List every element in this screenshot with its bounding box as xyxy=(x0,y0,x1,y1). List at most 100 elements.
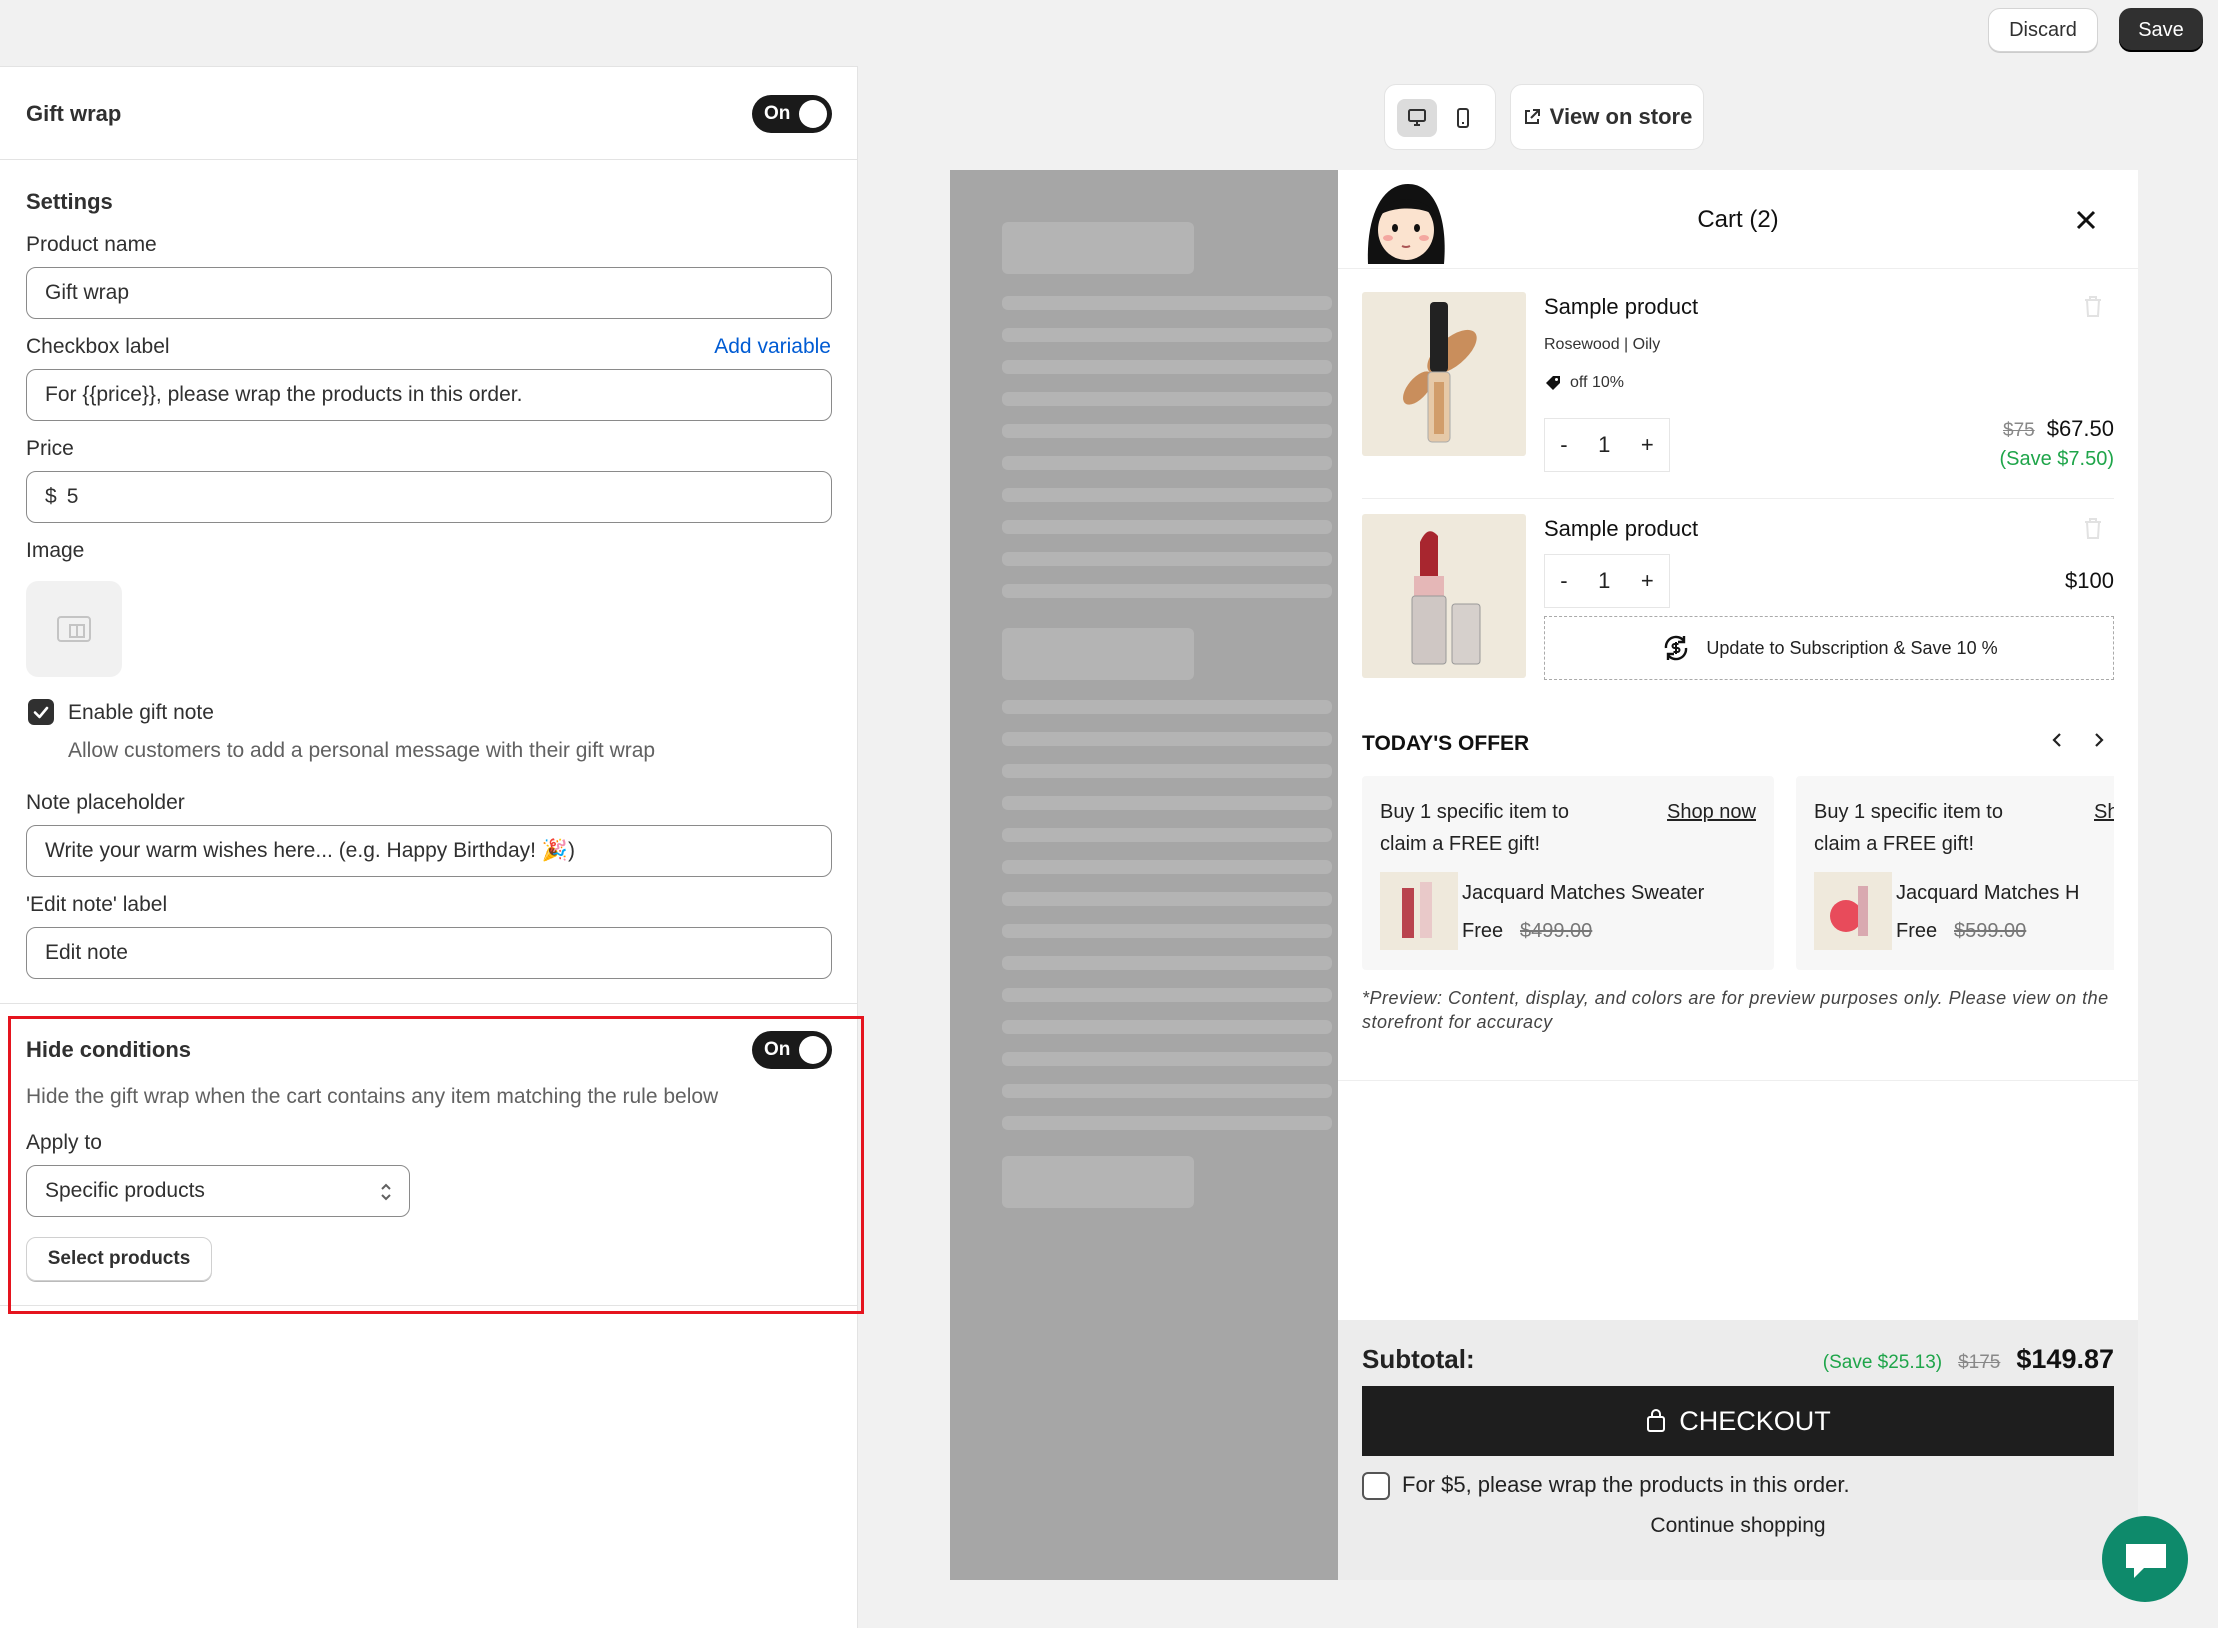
image-label: Image xyxy=(26,539,85,562)
skeleton-line xyxy=(1002,988,1332,1002)
continue-shopping-link[interactable]: Continue shopping xyxy=(1338,1514,2138,1538)
offer-product-name: Jacquard Matches Sweater xyxy=(1462,882,1705,904)
desktop-icon xyxy=(1408,109,1426,126)
qty-plus-button[interactable]: + xyxy=(1641,432,1654,458)
offer-compare-price: $499.00 xyxy=(1520,920,1593,942)
gift-wrap-toggle[interactable]: On xyxy=(752,95,832,133)
skeleton-line xyxy=(1002,552,1332,566)
skeleton-line xyxy=(1002,392,1332,406)
add-variable-link[interactable]: Add variable xyxy=(714,335,831,359)
trash-icon xyxy=(2085,518,2101,539)
gift-wrap-toggle-label: On xyxy=(764,103,791,124)
enable-gift-note-help: Allow customers to add a personal messag… xyxy=(68,739,656,762)
skeleton-line xyxy=(1002,1020,1332,1034)
offer-product-name: Jacquard Matches H xyxy=(1896,882,2080,904)
qty-minus-button[interactable]: - xyxy=(1560,432,1567,458)
subtotal-value: $149.87 xyxy=(2016,1344,2114,1374)
offer-heading: TODAY'S OFFER xyxy=(1362,732,1530,755)
save-button[interactable]: Save xyxy=(2119,8,2203,52)
chevron-right-icon xyxy=(2095,733,2104,747)
tag-icon xyxy=(1546,376,1560,390)
offer-card: Buy 1 specific item to claim a FREE gift… xyxy=(1362,776,1774,970)
check-icon xyxy=(33,706,49,719)
subscription-upgrade-button[interactable]: Update to Subscription & Save 10 % xyxy=(1544,616,2114,680)
skeleton-line xyxy=(1002,584,1332,598)
skeleton-line xyxy=(1002,1084,1332,1098)
skeleton-line xyxy=(1002,296,1332,310)
skeleton-line xyxy=(1002,360,1332,374)
item-1-name: Sample product xyxy=(1544,294,1699,319)
cart-footer: Subtotal: (Save $25.13) $175 $149.87 CHE… xyxy=(1338,1320,2138,1580)
subtotal-save: (Save $25.13) xyxy=(1822,1352,1943,1373)
skeleton-line xyxy=(1002,924,1332,938)
skeleton-line xyxy=(1002,328,1332,342)
item-2-quantity-stepper[interactable]: - 1 + xyxy=(1544,554,1670,608)
skeleton-line xyxy=(1002,732,1332,746)
close-cart-button[interactable] xyxy=(2074,208,2098,237)
checkout-button[interactable]: CHECKOUT xyxy=(1362,1386,2114,1456)
gift-wrap-title: Gift wrap xyxy=(26,101,122,126)
view-on-store-button[interactable]: View on store xyxy=(1510,84,1704,150)
checkbox-label-input[interactable]: For {{price}}, please wrap the products … xyxy=(26,369,832,421)
cart-title: Cart (2) xyxy=(1697,206,1779,233)
edit-note-label-input[interactable]: Edit note xyxy=(26,927,832,979)
enable-gift-note-checkbox[interactable] xyxy=(28,699,54,725)
product-name-label: Product name xyxy=(26,233,157,256)
gift-wrap-checkbox-label: For $5, please wrap the products in this… xyxy=(1402,1472,1850,1497)
product-name-input[interactable]: Gift wrap xyxy=(26,267,832,319)
offer-next-button[interactable] xyxy=(2088,730,2108,755)
chevron-left-icon xyxy=(2052,733,2061,747)
top-bar xyxy=(0,0,2218,66)
gift-wrap-checkbox[interactable] xyxy=(1362,1472,1390,1500)
skeleton-line xyxy=(1002,700,1332,714)
mobile-view-button[interactable] xyxy=(1443,99,1483,137)
gift-product-image-icon xyxy=(1830,886,1868,936)
item-1-quantity-stepper[interactable]: - 1 + xyxy=(1544,418,1670,472)
skeleton-line xyxy=(1002,956,1332,970)
offer-carousel: Buy 1 specific item to claim a FREE gift… xyxy=(1362,776,2114,972)
subtotal-row: (Save $25.13) $175 $149.87 xyxy=(1823,1344,2114,1375)
close-icon xyxy=(2076,210,2096,230)
skeleton-block xyxy=(1002,222,1194,274)
offer-shop-now-link[interactable]: Sh xyxy=(2094,796,2114,828)
lipstick-image-icon xyxy=(1411,531,1481,665)
offer-product-price: Free xyxy=(1462,920,1504,942)
skeleton-line xyxy=(1002,860,1332,874)
product-image-lipstick xyxy=(1362,514,1526,678)
divider xyxy=(0,1003,858,1004)
external-link-icon xyxy=(1524,109,1540,124)
preview-disclaimer: *Preview: Content, display, and colors a… xyxy=(1362,988,2109,1032)
highlight-box xyxy=(8,1016,864,1314)
item-1-variant: Rosewood | Oily xyxy=(1544,336,1661,353)
offer-shop-now-link[interactable]: Shop now xyxy=(1667,796,1756,828)
skeleton-line xyxy=(1002,764,1332,778)
checkout-label: CHECKOUT xyxy=(1679,1405,1831,1436)
qty-minus-button[interactable]: - xyxy=(1560,568,1567,594)
image-placeholder-icon xyxy=(57,616,91,642)
skeleton-line xyxy=(1002,1116,1332,1130)
skeleton-line xyxy=(1002,520,1332,534)
item-2-remove-button[interactable] xyxy=(2082,516,2104,545)
offer-product-image xyxy=(1380,872,1458,950)
image-upload[interactable] xyxy=(26,581,122,677)
discard-button[interactable]: Discard xyxy=(1988,8,2098,52)
subtotal-label: Subtotal: xyxy=(1362,1344,1475,1374)
chat-button[interactable] xyxy=(2102,1516,2188,1602)
bag-icon xyxy=(1647,1409,1666,1432)
checkbox-label-label: Checkbox label xyxy=(26,335,170,358)
skeleton-line xyxy=(1002,488,1332,502)
qty-value: 1 xyxy=(1598,568,1611,593)
offer-headline: Buy 1 specific item to claim a FREE gift… xyxy=(1814,801,2003,855)
item-1-remove-button[interactable] xyxy=(2082,294,2104,323)
gift-product-image-icon xyxy=(1402,882,1432,938)
subscription-icon xyxy=(1665,635,1688,661)
note-placeholder-input[interactable]: Write your warm wishes here... (e.g. Hap… xyxy=(26,825,832,877)
currency-prefix: $ xyxy=(45,485,57,508)
item-1-discount-text: off 10% xyxy=(1570,374,1624,391)
divider xyxy=(1362,498,2114,499)
qty-plus-button[interactable]: + xyxy=(1641,568,1654,594)
offer-prev-button[interactable] xyxy=(2048,730,2068,755)
price-input[interactable]: $ 5 xyxy=(26,471,832,523)
enable-gift-note-label: Enable gift note xyxy=(68,701,214,724)
desktop-view-button[interactable] xyxy=(1397,99,1437,137)
